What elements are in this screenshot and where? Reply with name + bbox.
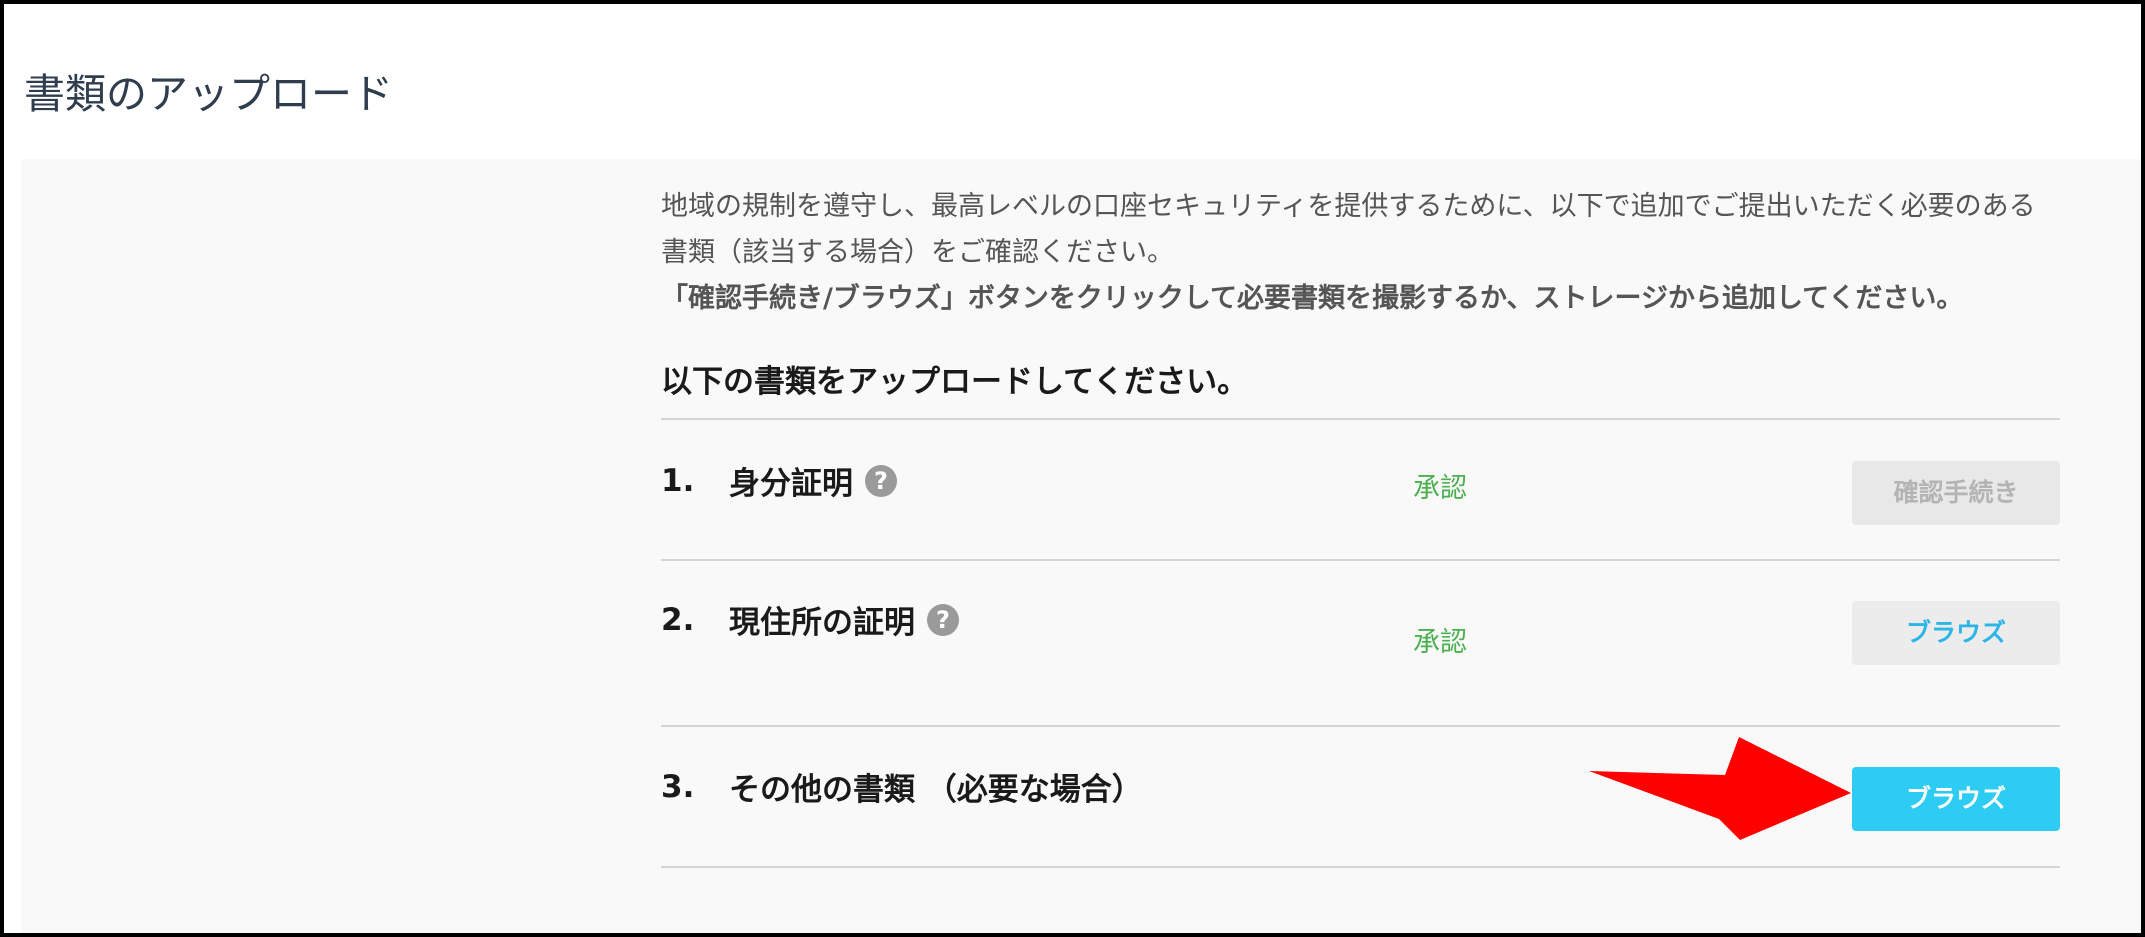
intro-instruction: 「確認手続き/ブラウズ」ボタンをクリックして必要書類を撮影するか、ストレージから… xyxy=(661,283,1964,314)
red-arrow-icon xyxy=(1589,737,1851,840)
doc-number: 2. xyxy=(661,602,695,638)
doc-number: 3. xyxy=(661,769,695,805)
status-badge: 承認 xyxy=(1413,473,1467,504)
verify-button[interactable]: 確認手続き xyxy=(1852,461,2060,525)
divider xyxy=(661,866,2060,868)
divider xyxy=(661,418,2060,420)
page-title: 書類のアップロード xyxy=(24,70,393,118)
browse-button-other[interactable]: ブラウズ xyxy=(1852,767,2060,831)
doc-title-label: その他の書類 （必要な場合） xyxy=(729,772,1143,808)
doc-title-label: 身分証明 xyxy=(729,466,853,502)
window-frame: 書類のアップロード 地域の規制を遵守し、最高レベルの口座セキュリティを提供するた… xyxy=(0,0,2145,937)
status-badge: 承認 xyxy=(1413,627,1467,658)
doc-number: 1. xyxy=(661,463,695,499)
divider xyxy=(661,725,2060,727)
doc-title-other: その他の書類 （必要な場合） xyxy=(729,770,1143,810)
divider xyxy=(661,559,2060,561)
doc-title-label: 現住所の証明 xyxy=(729,605,915,641)
browse-button-address[interactable]: ブラウズ xyxy=(1852,601,2060,665)
intro-text: 地域の規制を遵守し、最高レベルの口座セキュリティを提供するために、以下で追加でご… xyxy=(661,191,2036,268)
question-circle-icon[interactable]: ? xyxy=(865,465,897,497)
question-circle-icon[interactable]: ? xyxy=(927,604,959,636)
section-heading: 以下の書類をアップロードしてください。 xyxy=(661,364,1249,400)
doc-title-identity: 身分証明 ? xyxy=(729,464,897,504)
doc-title-address: 現住所の証明 ? xyxy=(729,603,959,643)
